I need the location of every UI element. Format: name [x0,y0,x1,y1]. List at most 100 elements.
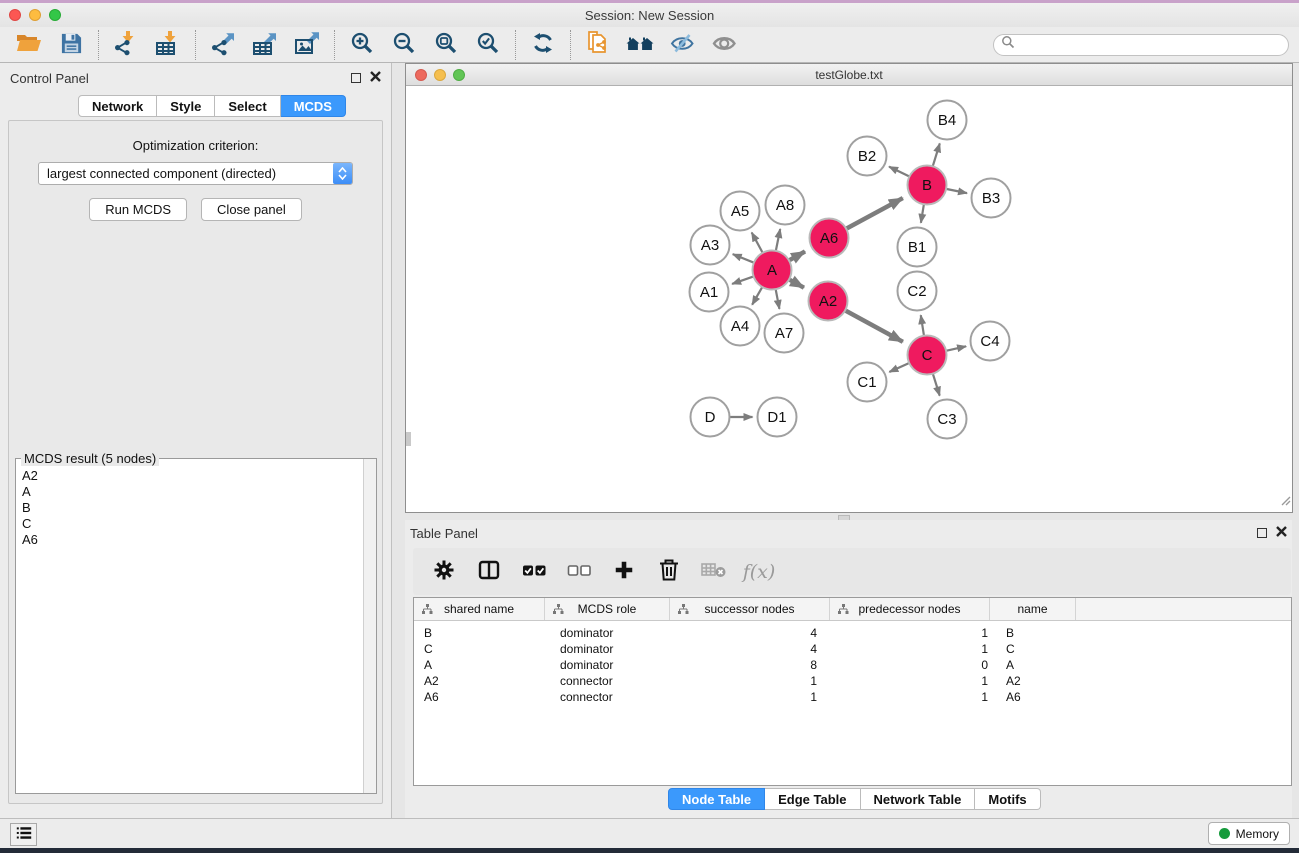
tab-motifs[interactable]: Motifs [975,788,1040,810]
graph-edge-A-A7[interactable] [776,289,780,309]
graph-edge-A-A8[interactable] [776,229,780,251]
mcds-result-item[interactable]: C [22,516,376,532]
close-panel-icon[interactable] [370,69,381,87]
graph-edge-B-B1[interactable] [921,204,924,223]
column-header-shared-name[interactable]: shared name [414,598,545,620]
table-cell[interactable]: 1 [833,690,994,704]
mcds-result-item[interactable]: A6 [22,532,376,548]
tab-node-table[interactable]: Node Table [668,788,765,810]
task-history-button[interactable] [10,823,37,846]
tab-select[interactable]: Select [215,95,280,117]
export-table-button[interactable] [244,29,286,61]
delete-column-button[interactable] [654,557,684,587]
save-session-button[interactable] [50,29,92,61]
result-scrollbar[interactable] [363,459,376,793]
table-cell[interactable]: 4 [672,626,833,640]
table-cell[interactable]: A6 [994,690,1081,704]
tab-network-table[interactable]: Network Table [861,788,976,810]
import-table-button[interactable] [147,29,189,61]
table-row[interactable]: A6connector11A6 [414,689,1291,705]
table-cell[interactable]: 1 [672,674,833,688]
zoom-fit-button[interactable] [425,29,467,61]
graph-edge-B-B2[interactable] [889,167,909,177]
mcds-result-item[interactable]: A2 [22,468,376,484]
graph-edge-A2-C[interactable] [845,310,903,341]
graph-edge-A-A4[interactable] [752,287,762,305]
tab-network[interactable]: Network [78,95,157,117]
network-graph[interactable]: B4B2BB3A8A5A6A3B1AC2A1A2A4A7C4CC1C3DD1 [406,86,1292,512]
table-cell[interactable]: A [414,658,546,672]
zoom-out-button[interactable] [383,29,425,61]
import-network-button[interactable] [105,29,147,61]
run-mcds-button[interactable]: Run MCDS [89,198,187,221]
table-cell[interactable]: 0 [833,658,994,672]
toolbar-search-field[interactable] [993,34,1289,56]
search-input[interactable] [1020,38,1281,52]
table-cell[interactable]: dominator [546,626,672,640]
graph-edge-C-C3[interactable] [933,374,940,396]
add-column-button[interactable] [609,557,639,587]
memory-button[interactable]: Memory [1208,822,1290,845]
network-window-titlebar[interactable]: testGlobe.txt [406,64,1292,86]
open-session-button[interactable] [8,29,50,61]
table-cell[interactable]: B [414,626,546,640]
table-settings-button[interactable] [429,557,459,587]
graph-edge-A-A1[interactable] [732,276,753,283]
graph-edge-A-A5[interactable] [752,233,763,253]
table-cell[interactable]: 1 [833,674,994,688]
close-panel-icon[interactable] [1276,524,1287,542]
mcds-result-item[interactable]: B [22,500,376,516]
tab-style[interactable]: Style [157,95,215,117]
tab-edge-table[interactable]: Edge Table [765,788,860,810]
tab-mcds[interactable]: MCDS [281,95,346,117]
canvas-mini-scrollbar[interactable] [406,432,411,446]
table-cell[interactable]: C [414,642,546,656]
export-image-button[interactable] [286,29,328,61]
graph-edge-B-B3[interactable] [946,189,967,193]
float-panel-icon[interactable] [351,73,361,83]
criterion-dropdown[interactable]: largest connected component (directed) [38,162,353,185]
graph-edge-C-C4[interactable] [946,346,966,350]
zoom-selected-button[interactable] [467,29,509,61]
network-canvas[interactable]: B4B2BB3A8A5A6A3B1AC2A1A2A4A7C4CC1C3DD1 [406,86,1292,512]
column-header-successor-nodes[interactable]: successor nodes [670,598,830,620]
column-header-MCDS-role[interactable]: MCDS role [545,598,670,620]
deselect-all-button[interactable] [564,557,594,587]
table-cell[interactable]: A6 [414,690,546,704]
table-row[interactable]: A2connector11A2 [414,673,1291,689]
close-panel-button[interactable]: Close panel [201,198,302,221]
column-header-predecessor-nodes[interactable]: predecessor nodes [830,598,990,620]
table-cell[interactable]: 1 [833,642,994,656]
hide-graphics-details-button[interactable] [661,29,703,61]
mcds-result-item[interactable]: A [22,484,376,500]
graph-edge-A-A6[interactable] [789,251,805,260]
new-session-from-network-button[interactable] [577,29,619,61]
show-column-button[interactable] [474,557,504,587]
graph-edge-C-C2[interactable] [921,315,924,336]
graph-edge-C-C1[interactable] [889,363,909,372]
graph-edge-A-A2[interactable] [789,279,804,287]
table-cell[interactable]: dominator [546,642,672,656]
table-cell[interactable]: 8 [672,658,833,672]
table-cell[interactable]: C [994,642,1081,656]
table-cell[interactable]: 1 [833,626,994,640]
table-row[interactable]: Bdominator41B [414,625,1291,641]
export-network-button[interactable] [202,29,244,61]
table-row[interactable]: Adominator80A [414,657,1291,673]
function-builder-button[interactable]: f(x) [744,557,774,587]
graph-edge-B-B4[interactable] [933,143,940,166]
table-cell[interactable]: dominator [546,658,672,672]
table-cell[interactable]: connector [546,690,672,704]
float-panel-icon[interactable] [1257,528,1267,538]
table-cell[interactable]: A2 [994,674,1081,688]
select-all-button[interactable] [519,557,549,587]
table-cell[interactable]: 1 [672,690,833,704]
node-table[interactable]: shared nameMCDS rolesuccessor nodesprede… [413,597,1292,786]
table-cell[interactable]: 4 [672,642,833,656]
table-cell[interactable]: B [994,626,1081,640]
column-header-name[interactable]: name [990,598,1076,620]
refresh-button[interactable] [522,29,564,61]
table-cell[interactable]: A [994,658,1081,672]
graph-edge-A6-B[interactable] [846,198,903,229]
show-graphics-details-button[interactable] [703,29,745,61]
